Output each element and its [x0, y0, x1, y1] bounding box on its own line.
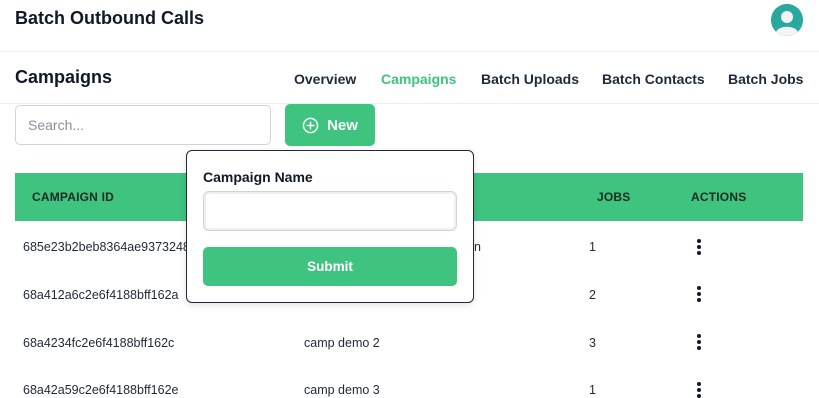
tab-batch-uploads[interactable]: Batch Uploads — [481, 71, 579, 87]
tab-campaigns[interactable]: Campaigns — [381, 71, 456, 87]
column-header-actions: ACTIONS — [691, 190, 747, 204]
tab-batch-jobs[interactable]: Batch Jobs — [728, 71, 803, 87]
new-campaign-button[interactable]: New — [285, 104, 375, 146]
page-header: Campaigns Overview Campaigns Batch Uploa… — [0, 52, 819, 104]
row-actions-menu-icon[interactable] — [694, 334, 704, 352]
campaign-name-label: Campaign Name — [203, 169, 313, 185]
new-campaign-popover: Campaign Name Submit — [186, 150, 474, 303]
campaign-name-cell: camp demo 2 — [304, 336, 380, 350]
page-title: Campaigns — [15, 67, 113, 87]
jobs-cell: 2 — [589, 288, 596, 302]
jobs-cell: 3 — [589, 336, 596, 350]
campaign-name-cell-tail: n — [474, 240, 481, 254]
column-header-jobs: JOBS — [597, 190, 631, 204]
new-button-label: New — [327, 116, 358, 134]
campaign-id-cell: 68a4234fc2e6f4188bff162c — [23, 336, 175, 350]
plus-circle-icon — [302, 117, 319, 133]
jobs-cell: 1 — [589, 240, 596, 254]
campaign-name-input[interactable] — [203, 191, 457, 231]
avatar[interactable] — [771, 4, 803, 36]
column-header-campaign-id: CAMPAIGN ID — [32, 190, 114, 204]
top-bar: Batch Outbound Calls — [0, 0, 819, 52]
campaign-id-cell: 68a412a6c2e6f4188bff162a — [23, 288, 179, 302]
table-row: 68a42a59c2e6f4188bff162e camp demo 3 1 — [15, 366, 803, 398]
submit-button[interactable]: Submit — [203, 247, 457, 286]
user-icon — [771, 4, 803, 36]
tab-batch-contacts[interactable]: Batch Contacts — [602, 71, 705, 87]
tab-overview[interactable]: Overview — [294, 71, 356, 87]
campaign-name-cell: camp demo 3 — [304, 383, 380, 397]
campaign-id-cell: 68a42a59c2e6f4188bff162e — [23, 383, 179, 397]
table-row: 68a4234fc2e6f4188bff162c camp demo 2 3 — [15, 318, 803, 366]
jobs-cell: 1 — [589, 383, 596, 397]
row-actions-menu-icon[interactable] — [694, 239, 704, 257]
app-title: Batch Outbound Calls — [15, 8, 204, 28]
campaign-id-cell: 685e23b2beb8364ae9373248 — [23, 240, 190, 254]
search-input[interactable] — [15, 105, 271, 145]
row-actions-menu-icon[interactable] — [694, 382, 704, 398]
row-actions-menu-icon[interactable] — [694, 286, 704, 304]
